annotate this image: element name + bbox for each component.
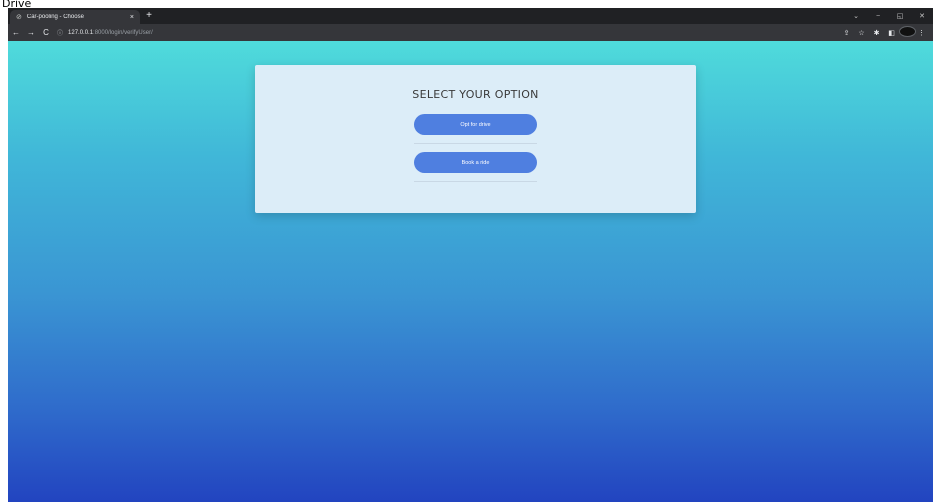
opt-for-drive-button[interactable]: Opt for drive	[414, 114, 537, 135]
globe-icon: ⊘	[16, 14, 22, 21]
minimize-icon[interactable]: −	[867, 13, 889, 20]
book-a-ride-button[interactable]: Book a ride	[414, 152, 537, 173]
share-icon[interactable]: ⇪	[839, 29, 854, 37]
page-title: SELECT YOUR OPTION	[412, 88, 539, 101]
toolbar-actions: ⇪ ☆ ✱ ◧ ⋮	[839, 26, 929, 39]
info-icon[interactable]: ⓘ	[57, 28, 63, 37]
tab-strip: ⊘ Car-pooling - Choose × + ⌄ − ◱ ✕	[8, 8, 933, 24]
new-tab-button[interactable]: +	[143, 10, 155, 22]
browser-window: ⊘ Car-pooling - Choose × + ⌄ − ◱ ✕ ← → C…	[8, 8, 933, 502]
reload-icon[interactable]: C	[39, 28, 53, 37]
window-controls: ⌄ − ◱ ✕	[845, 8, 933, 24]
tab-close-icon[interactable]: ×	[130, 14, 134, 21]
side-panel-icon[interactable]: ◧	[884, 29, 899, 37]
menu-icon[interactable]: ⋮	[914, 29, 929, 37]
restore-icon[interactable]: ◱	[889, 12, 911, 20]
tab-car-pooling[interactable]: ⊘ Car-pooling - Choose ×	[10, 10, 140, 24]
browser-toolbar: ← → C ⓘ 127.0.0.1 :8000/login/verifyUser…	[8, 24, 933, 41]
bookmark-star-icon[interactable]: ☆	[854, 29, 869, 37]
close-window-icon[interactable]: ✕	[911, 12, 933, 20]
extensions-icon[interactable]: ✱	[869, 29, 884, 37]
image-caption: Drive	[2, 0, 32, 8]
divider	[414, 181, 537, 182]
tab-title: Car-pooling - Choose	[26, 14, 84, 20]
url-host: 127.0.0.1	[68, 29, 94, 36]
profile-avatar[interactable]	[899, 26, 916, 39]
option-card: SELECT YOUR OPTION Opt for drive Book a …	[255, 65, 696, 213]
divider	[414, 143, 537, 144]
address-bar[interactable]: ⓘ 127.0.0.1 :8000/login/verifyUser/	[57, 27, 839, 38]
tab-search-icon[interactable]: ⌄	[845, 12, 867, 20]
forward-arrow-icon[interactable]: →	[24, 28, 38, 37]
url-path: :8000/login/verifyUser/	[93, 29, 153, 36]
back-arrow-icon[interactable]: ←	[9, 28, 23, 37]
page-viewport: SELECT YOUR OPTION Opt for drive Book a …	[8, 41, 933, 502]
